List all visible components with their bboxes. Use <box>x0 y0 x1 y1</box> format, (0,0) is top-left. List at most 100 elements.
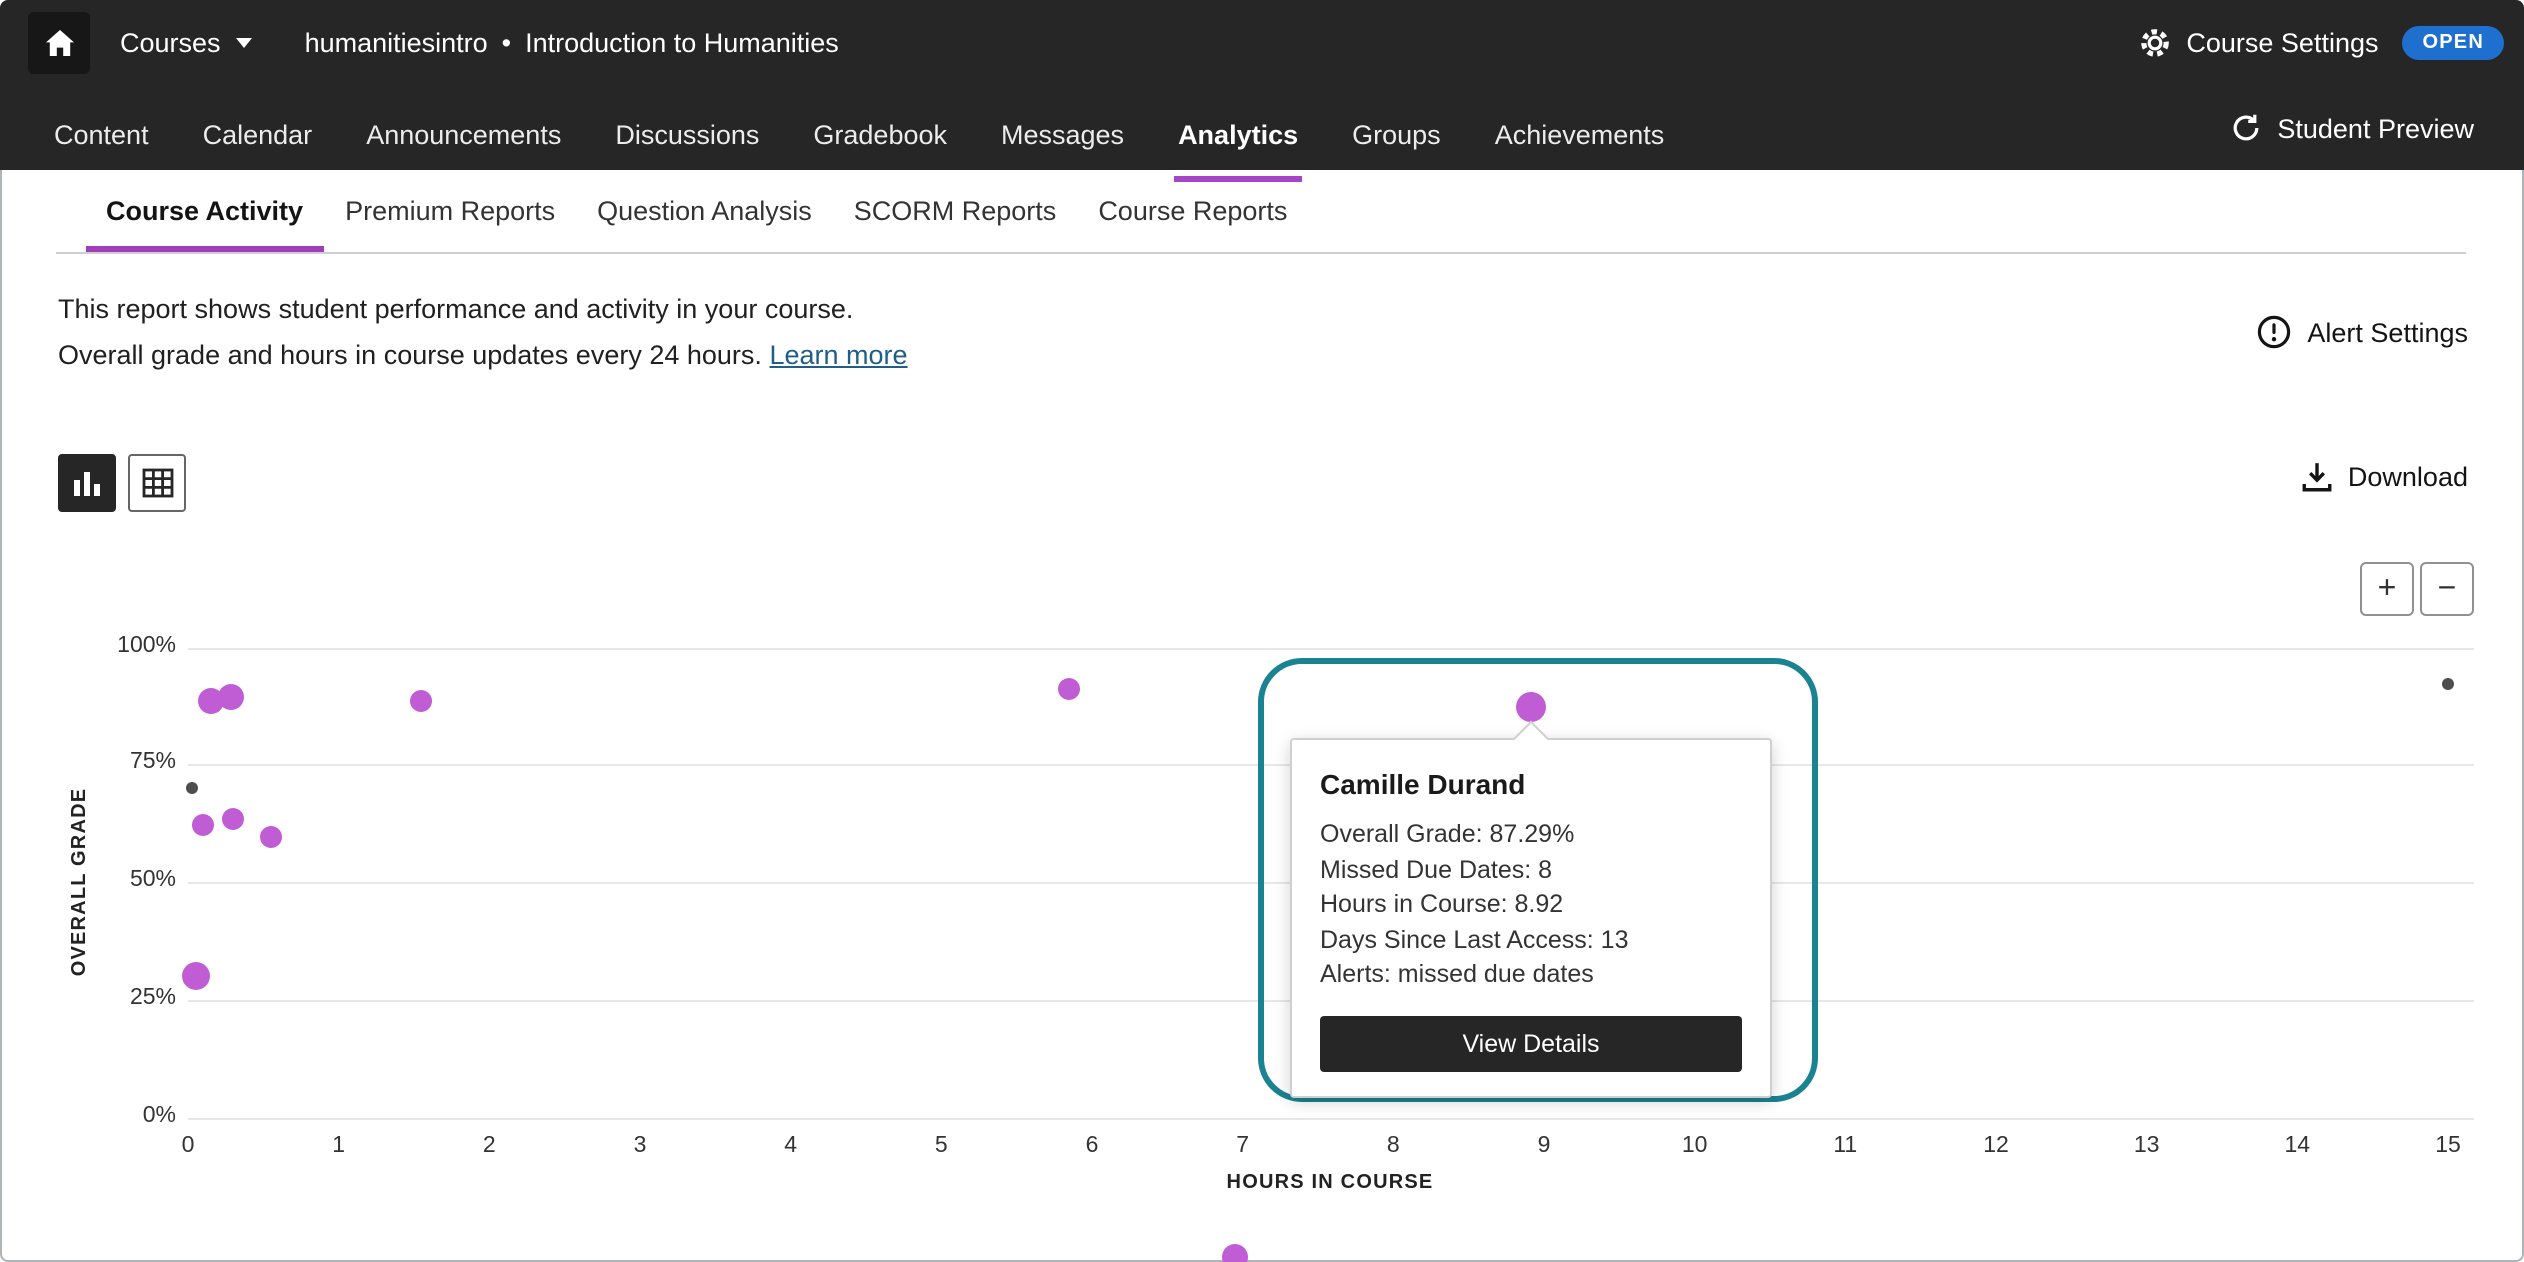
course-nav-bar: ContentCalendarAnnouncementsDiscussionsG… <box>0 86 2524 170</box>
analytics-subnav: Course ActivityPremium ReportsQuestion A… <box>56 170 2466 254</box>
download-icon <box>2300 460 2334 494</box>
data-point-partial[interactable] <box>1222 1244 1248 1262</box>
y-tick-label: 0% <box>100 1103 176 1127</box>
x-tick-label: 2 <box>459 1134 519 1158</box>
x-tick-label: 8 <box>1363 1134 1423 1158</box>
tooltip-stats: Overall Grade: 87.29%Missed Due Dates: 8… <box>1320 818 1742 993</box>
data-point[interactable] <box>192 815 214 837</box>
student-preview-button[interactable]: Student Preview <box>2229 86 2474 170</box>
y-tick-label: 75% <box>100 751 176 775</box>
alert-settings-button[interactable]: Alert Settings <box>2255 314 2468 350</box>
courses-menu-button[interactable]: Courses <box>120 28 253 58</box>
x-tick-label: 7 <box>1213 1134 1273 1158</box>
nav-tab-groups[interactable]: Groups <box>1348 86 1445 182</box>
table-view-toggle-button[interactable] <box>128 454 186 512</box>
zoom-controls: + − <box>2360 562 2474 616</box>
y-tick-label: 50% <box>100 868 176 892</box>
home-button[interactable] <box>28 12 90 74</box>
y-tick-label: 100% <box>100 633 176 657</box>
data-point[interactable] <box>2442 679 2454 691</box>
x-tick-label: 14 <box>2267 1134 2327 1158</box>
report-description-line1: This report shows student performance an… <box>58 286 908 332</box>
alert-settings-label: Alert Settings <box>2307 317 2468 347</box>
nav-tab-gradebook[interactable]: Gradebook <box>809 86 951 182</box>
tooltip-line: Days Since Last Access: 13 <box>1320 923 1742 958</box>
course-settings-label: Course Settings <box>2186 28 2378 58</box>
courses-label: Courses <box>120 28 221 58</box>
x-tick-label: 5 <box>911 1134 971 1158</box>
zoom-out-button[interactable]: − <box>2420 562 2474 616</box>
alert-icon <box>2255 314 2291 350</box>
table-grid-icon <box>141 468 173 498</box>
breadcrumb-course-id: humanitiesintro <box>305 28 488 58</box>
nav-tab-discussions[interactable]: Discussions <box>611 86 763 182</box>
breadcrumb-course-title: Introduction to Humanities <box>525 28 839 58</box>
x-tick-label: 11 <box>1815 1134 1875 1158</box>
data-point[interactable] <box>182 962 210 990</box>
breadcrumb-separator: • <box>502 28 511 58</box>
learn-more-link[interactable]: Learn more <box>769 340 907 370</box>
view-details-button[interactable]: View Details <box>1320 1015 1742 1071</box>
x-axis-title: HOURS IN COURSE <box>1227 1172 1434 1194</box>
bar-chart-icon <box>72 469 102 497</box>
subnav-tab-question-analysis[interactable]: Question Analysis <box>577 170 832 252</box>
download-button[interactable]: Download <box>2300 460 2468 494</box>
tooltip-line: Overall Grade: 87.29% <box>1320 818 1742 853</box>
nav-tab-calendar[interactable]: Calendar <box>199 86 317 182</box>
x-tick-label: 13 <box>2117 1134 2177 1158</box>
tooltip-line: Hours in Course: 8.92 <box>1320 888 1742 923</box>
tooltip-line: Missed Due Dates: 8 <box>1320 853 1742 888</box>
data-point[interactable] <box>1058 678 1080 700</box>
gear-icon <box>2138 26 2172 60</box>
nav-tab-analytics[interactable]: Analytics <box>1174 86 1302 182</box>
report-description: This report shows student performance an… <box>58 286 908 378</box>
x-tick-label: 9 <box>1514 1134 1574 1158</box>
data-point[interactable] <box>222 808 244 830</box>
report-description-line2-text: Overall grade and hours in course update… <box>58 340 762 370</box>
x-tick-label: 0 <box>158 1134 218 1158</box>
report-description-line2: Overall grade and hours in course update… <box>58 332 908 378</box>
x-tick-label: 1 <box>309 1134 369 1158</box>
open-status-badge[interactable]: OPEN <box>2403 26 2505 60</box>
subnav-tab-course-reports[interactable]: Course Reports <box>1078 170 1307 252</box>
chart-view-toggle-button[interactable] <box>58 454 116 512</box>
x-tick-label: 6 <box>1062 1134 1122 1158</box>
x-tick-label: 10 <box>1665 1134 1725 1158</box>
x-tick-label: 3 <box>610 1134 670 1158</box>
course-analytics-page: Courses humanitiesintro • Introduction t… <box>0 0 2524 1262</box>
data-point[interactable] <box>187 782 199 794</box>
y-axis-title: OVERALL GRADE <box>69 788 91 977</box>
student-preview-icon <box>2229 112 2261 144</box>
data-point[interactable] <box>411 690 433 712</box>
gridline <box>188 647 2474 649</box>
subnav-tab-scorm-reports[interactable]: SCORM Reports <box>834 170 1077 252</box>
subnav-tab-premium-reports[interactable]: Premium Reports <box>325 170 575 252</box>
course-settings-button[interactable]: Course Settings <box>2138 26 2378 60</box>
home-icon <box>43 28 75 58</box>
nav-tab-content[interactable]: Content <box>50 86 153 182</box>
student-tooltip: Camille Durand Overall Grade: 87.29%Miss… <box>1290 738 1772 1097</box>
course-nav-tabs: ContentCalendarAnnouncementsDiscussionsG… <box>50 86 1668 170</box>
x-tick-label: 4 <box>761 1134 821 1158</box>
nav-tab-achievements[interactable]: Achievements <box>1491 86 1669 182</box>
y-tick-label: 25% <box>100 986 176 1010</box>
tooltip-student-name: Camille Durand <box>1320 768 1742 800</box>
x-tick-label: 15 <box>2418 1134 2478 1158</box>
subnav-tab-course-activity[interactable]: Course Activity <box>86 170 323 252</box>
breadcrumb: humanitiesintro • Introduction to Humani… <box>305 28 839 58</box>
tooltip-line: Alerts: missed due dates <box>1320 958 1742 993</box>
x-tick-label: 12 <box>1966 1134 2026 1158</box>
data-point[interactable] <box>260 826 282 848</box>
scatter-chart: 100%75%50%25%0% 0123456789101112131415 O… <box>0 560 2524 1262</box>
nav-tab-announcements[interactable]: Announcements <box>362 86 565 182</box>
nav-tab-messages[interactable]: Messages <box>997 86 1128 182</box>
top-bar: Courses humanitiesintro • Introduction t… <box>0 0 2524 86</box>
download-label: Download <box>2348 462 2468 492</box>
zoom-in-button[interactable]: + <box>2360 562 2414 616</box>
view-toggle-group <box>58 454 186 512</box>
student-preview-label: Student Preview <box>2277 113 2474 143</box>
gridline <box>188 1117 2474 1119</box>
chevron-down-icon <box>237 38 253 48</box>
analytics-subnav-tabs: Course ActivityPremium ReportsQuestion A… <box>86 170 1307 252</box>
data-point[interactable] <box>217 683 243 709</box>
